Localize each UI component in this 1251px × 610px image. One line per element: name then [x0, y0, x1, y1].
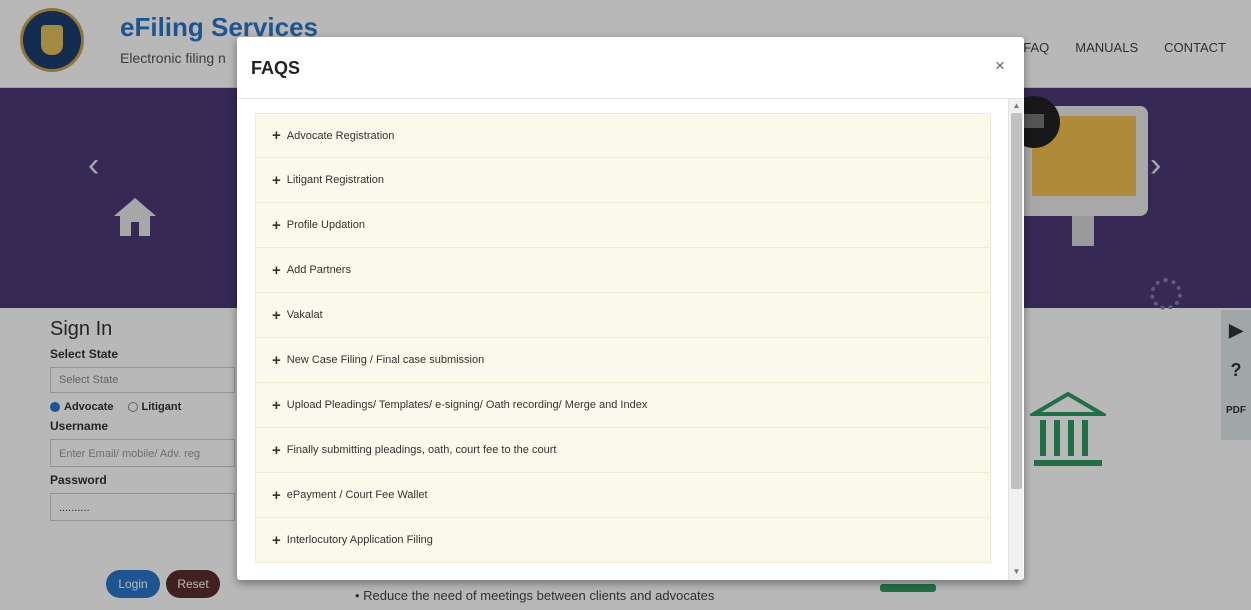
faq-item-epayment[interactable]: + ePayment / Court Fee Wallet [255, 473, 991, 518]
plus-icon: + [272, 486, 281, 504]
plus-icon: + [272, 441, 281, 459]
faq-item-label: Upload Pleadings/ Templates/ e-signing/ … [286, 399, 648, 411]
faq-modal: FAQS × + Advocate Registration + Litigant … [237, 37, 1024, 580]
plus-icon: + [272, 306, 281, 324]
faq-item-finally-submitting[interactable]: + Finally submitting pleadings, oath, cou… [255, 428, 991, 473]
faq-item-label: Add Partners [286, 264, 351, 276]
faq-item-label: Finally submitting pleadings, oath, cour… [286, 444, 557, 456]
faq-item-vakalat[interactable]: + Vakalat [255, 293, 991, 338]
faq-item-label: Interlocutory Application Filing [286, 534, 433, 546]
modal-header: FAQS × [237, 37, 1024, 99]
plus-icon: + [272, 396, 281, 414]
faq-item-label: Litigant Registration [286, 174, 384, 186]
faq-item-label: Vakalat [286, 309, 323, 321]
modal-title: FAQS [251, 58, 301, 78]
faq-item-litigant-registration[interactable]: + Litigant Registration [255, 158, 991, 203]
faq-item-interlocutory-application[interactable]: + Interlocutory Application Filing [255, 518, 991, 563]
scroll-thumb[interactable] [1011, 113, 1022, 489]
plus-icon: + [272, 127, 281, 144]
faq-item-label: Profile Updation [286, 219, 366, 231]
plus-icon: + [272, 261, 281, 279]
faq-item-label: New Case Filing / Final case submission [286, 354, 485, 366]
faq-item-upload-pleadings[interactable]: + Upload Pleadings/ Templates/ e-signing/… [255, 383, 991, 428]
plus-icon: + [272, 216, 281, 234]
faq-item-advocate-registration[interactable]: + Advocate Registration [255, 113, 991, 158]
faq-item-add-partners[interactable]: + Add Partners [255, 248, 991, 293]
faq-item-label: Advocate Registration [286, 129, 395, 142]
faq-item-new-case-filing[interactable]: + New Case Filing / Final case submission [255, 338, 991, 383]
plus-icon: + [272, 531, 281, 549]
scroll-up-icon[interactable]: ▲ [1009, 99, 1024, 113]
faq-item-profile-updation[interactable]: + Profile Updation [255, 203, 991, 248]
close-icon[interactable]: × [989, 55, 1011, 77]
scroll-down-icon[interactable]: ▼ [1009, 565, 1024, 579]
modal-body: + Advocate Registration + Litigant Registr… [237, 99, 1024, 580]
plus-icon: + [272, 351, 281, 369]
plus-icon: + [272, 171, 281, 189]
modal-scrollbar[interactable]: ▲ ▼ [1008, 99, 1023, 580]
faq-accordion: + Advocate Registration + Litigant Registr… [255, 113, 991, 563]
faq-item-label: ePayment / Court Fee Wallet [286, 489, 428, 501]
